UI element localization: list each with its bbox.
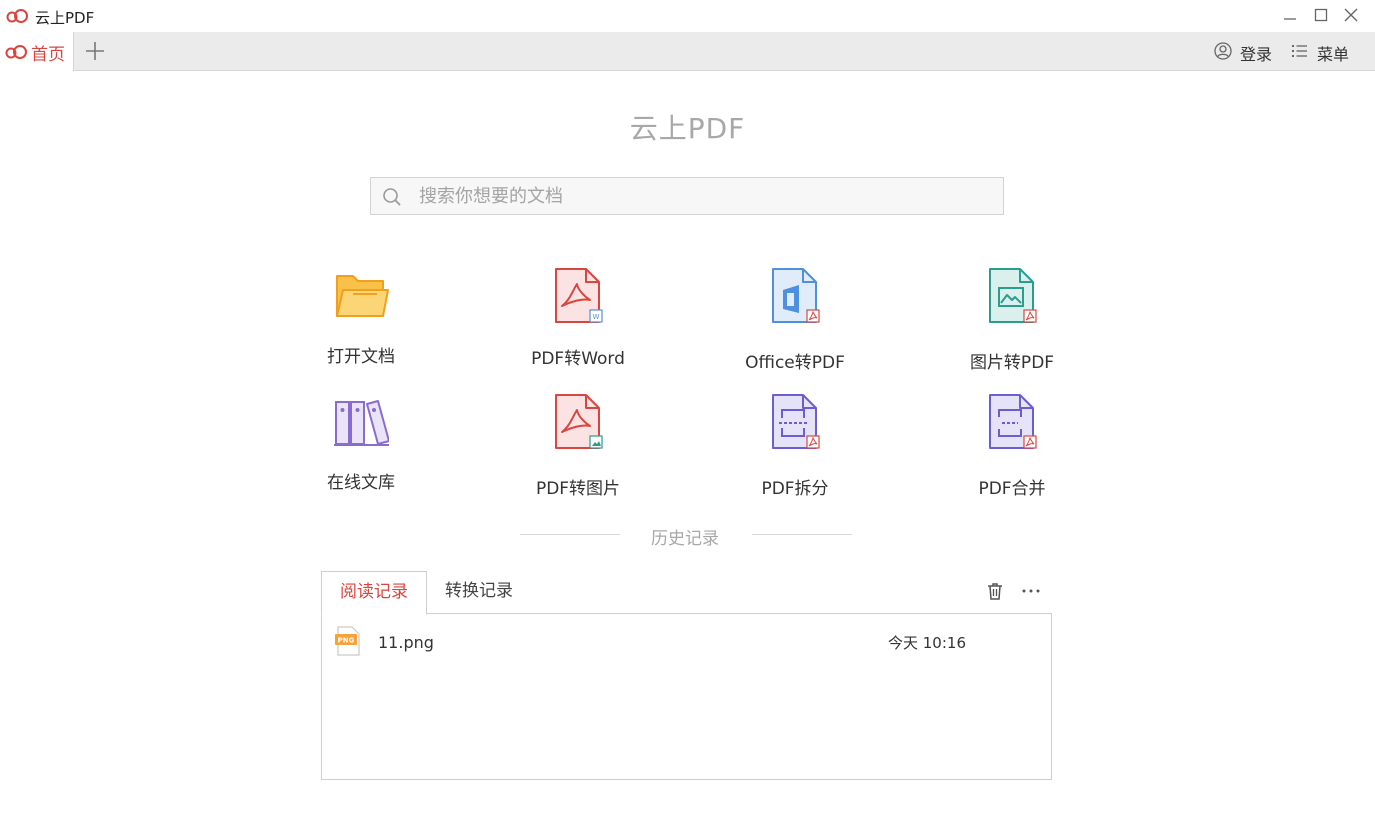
trash-icon[interactable] bbox=[985, 581, 1005, 601]
tab-bar: 首页 登录 菜单 bbox=[0, 32, 1375, 71]
tool-pdf-merge[interactable]: PDF合并 bbox=[937, 392, 1087, 502]
search-input[interactable] bbox=[419, 178, 979, 214]
svg-text:W: W bbox=[593, 313, 600, 321]
app-logo-icon bbox=[6, 9, 28, 23]
library-icon bbox=[334, 400, 389, 446]
tool-label: PDF拆分 bbox=[761, 479, 829, 499]
tool-label: 在线文库 bbox=[327, 473, 395, 493]
brand-title: 云上PDF bbox=[629, 112, 746, 145]
maximize-icon bbox=[1314, 8, 1328, 22]
window-title: 云上PDF bbox=[35, 9, 95, 27]
folder-icon bbox=[336, 275, 389, 317]
image-to-pdf-icon bbox=[989, 268, 1037, 323]
office-to-pdf-icon bbox=[772, 268, 820, 323]
maximize-button[interactable] bbox=[1308, 4, 1334, 28]
minimize-icon bbox=[1284, 18, 1296, 20]
history-file-time: 今天 10:16 bbox=[888, 634, 966, 652]
tool-pdf-to-image[interactable]: PDF转图片 bbox=[503, 392, 653, 502]
pdf-to-image-icon bbox=[555, 394, 603, 449]
tool-label: PDF合并 bbox=[978, 479, 1046, 499]
login-button[interactable]: 登录 bbox=[1214, 40, 1278, 64]
app-logo-icon bbox=[5, 45, 27, 59]
tab-home-label: 首页 bbox=[31, 45, 65, 65]
title-bar: 云上PDF bbox=[0, 0, 1375, 32]
history-title: 历史记录 bbox=[651, 529, 719, 549]
png-badge-text: PNG bbox=[338, 637, 355, 645]
search-box[interactable] bbox=[370, 177, 1004, 215]
tool-open-document[interactable]: 打开文档 bbox=[286, 270, 436, 380]
tool-office-to-pdf[interactable]: Office转PDF bbox=[720, 266, 870, 376]
tool-label: Office转PDF bbox=[745, 353, 845, 373]
history-panel: PNG 11.png 今天 10:16 bbox=[321, 613, 1052, 780]
login-label: 登录 bbox=[1240, 45, 1273, 64]
close-button[interactable] bbox=[1338, 4, 1364, 28]
pdf-to-word-icon: W bbox=[555, 268, 603, 323]
menu-button[interactable]: 菜单 bbox=[1291, 40, 1355, 64]
tool-label: PDF转图片 bbox=[535, 479, 621, 499]
history-file-name: 11.png bbox=[378, 633, 434, 652]
tool-label: 打开文档 bbox=[327, 347, 395, 367]
close-icon bbox=[1344, 8, 1358, 22]
new-tab-button[interactable] bbox=[84, 40, 106, 62]
tool-pdf-to-word[interactable]: W PDF转Word bbox=[503, 266, 653, 376]
search-icon bbox=[383, 188, 401, 206]
tool-pdf-split[interactable]: PDF拆分 bbox=[720, 392, 870, 502]
pdf-merge-icon bbox=[989, 394, 1037, 449]
png-file-icon: PNG bbox=[335, 626, 360, 656]
more-icon[interactable] bbox=[1021, 581, 1041, 601]
tool-image-to-pdf[interactable]: 图片转PDF bbox=[937, 266, 1087, 376]
tool-online-library[interactable]: 在线文库 bbox=[286, 396, 436, 506]
minimize-button[interactable] bbox=[1277, 4, 1303, 28]
menu-label: 菜单 bbox=[1317, 45, 1350, 64]
tab-read-history[interactable]: 阅读记录 bbox=[321, 571, 427, 615]
tool-label: 图片转PDF bbox=[969, 353, 1055, 373]
list-menu-icon bbox=[1292, 45, 1307, 57]
tab-convert-history[interactable]: 转换记录 bbox=[427, 571, 531, 613]
tool-label: PDF转Word bbox=[531, 349, 625, 369]
divider-left bbox=[520, 534, 620, 535]
history-row[interactable]: PNG 11.png 今天 10:16 bbox=[322, 624, 1051, 660]
tab-home[interactable]: 首页 bbox=[0, 32, 74, 71]
plus-icon bbox=[86, 42, 104, 60]
pdf-split-icon bbox=[772, 394, 820, 449]
user-icon bbox=[1214, 42, 1232, 60]
divider-right bbox=[752, 534, 852, 535]
